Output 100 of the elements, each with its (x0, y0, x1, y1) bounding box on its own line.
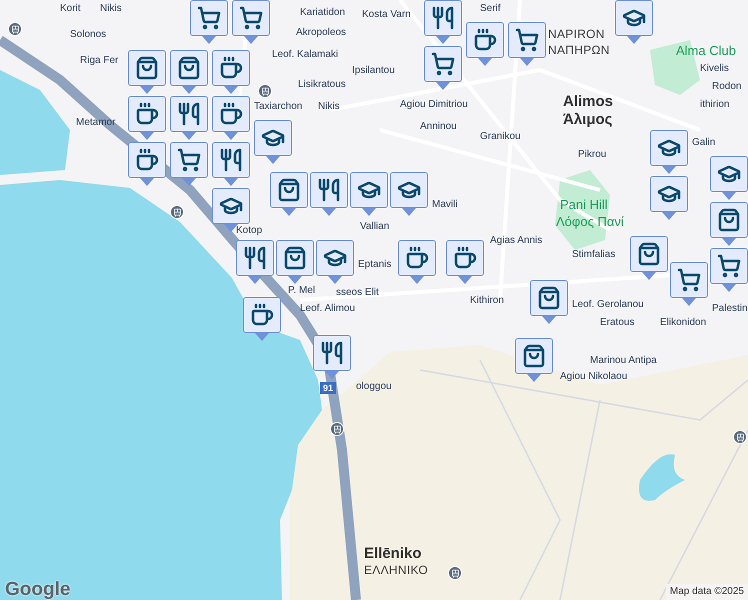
place-label: Alimos (563, 94, 614, 109)
map-pin[interactable] (515, 338, 553, 382)
street-label: sseos Elit (336, 288, 379, 298)
bag-icon (177, 56, 201, 80)
map-pin[interactable] (232, 0, 270, 44)
bag-icon (277, 178, 301, 202)
street-label: Kotop (236, 226, 262, 236)
tram-stop-icon (8, 22, 22, 36)
place-label: NAPIRON (548, 28, 605, 40)
cart-icon (239, 6, 263, 30)
street-label: Leof. Alimou (300, 304, 356, 314)
cup-icon (219, 102, 243, 126)
map-pin[interactable] (243, 297, 281, 341)
street-label: Agiou Nikolaou (560, 372, 628, 382)
bag-icon (135, 56, 159, 80)
map-pin[interactable] (650, 176, 688, 220)
cup-icon (473, 28, 497, 52)
street-label: Nikis (100, 4, 122, 14)
map-pin[interactable] (170, 96, 208, 140)
map-pin[interactable] (236, 240, 274, 284)
cart-icon (177, 148, 201, 172)
street-label: Stimfalias (572, 250, 616, 260)
map-pin[interactable] (446, 240, 484, 284)
bag-icon (283, 246, 307, 270)
fork-knife-icon (320, 341, 344, 365)
map-pin[interactable] (710, 248, 748, 292)
street-label: Palestin (712, 304, 748, 314)
street-label: Kivelis (700, 64, 729, 74)
street-label: Leof. Gerolanou (572, 300, 644, 310)
map-pin[interactable] (350, 172, 388, 216)
map-pin[interactable] (466, 22, 504, 66)
map-pin[interactable] (710, 156, 748, 200)
park-label: Λόφος Πανί (556, 215, 624, 228)
map-pin[interactable] (310, 172, 348, 216)
street-label: Taxiarchon (254, 102, 302, 112)
street-label: Serif (480, 4, 501, 14)
map-pin[interactable] (710, 202, 748, 246)
map-pin[interactable] (670, 262, 708, 306)
map-pin[interactable] (508, 22, 546, 66)
map-pin[interactable] (424, 46, 462, 90)
place-label: Άλιμος (563, 112, 612, 127)
map-pin[interactable] (170, 50, 208, 94)
map-pin[interactable] (212, 142, 250, 186)
google-logo: Google (5, 578, 70, 600)
fork-knife-icon (177, 102, 201, 126)
fork-knife-icon (219, 148, 243, 172)
street-label: Lisikratous (298, 80, 346, 90)
street-label: Nikis (318, 102, 340, 112)
map-pin[interactable] (630, 236, 668, 280)
map-pin[interactable] (424, 0, 462, 44)
map-pin[interactable] (316, 240, 354, 284)
street-label: P. Mel (288, 286, 316, 296)
place-label: ΝΑΠΗΡΩΝ (548, 44, 610, 56)
street-label: ithirion (700, 100, 730, 110)
street-label: Solonos (70, 30, 106, 40)
park-label: Alma Club (676, 44, 736, 57)
route-shield: 91 (320, 382, 336, 394)
street-label: Mavili (432, 200, 458, 210)
map-pin[interactable] (128, 142, 166, 186)
street-label: ologgou (356, 382, 392, 392)
map-attribution: Map data ©2025 (666, 584, 748, 600)
cart-icon (717, 254, 741, 278)
street-label: Leof. Kalamaki (272, 50, 338, 60)
map-pin[interactable] (530, 280, 568, 324)
cup-icon (135, 102, 159, 126)
map-pin[interactable] (398, 240, 436, 284)
place-label: Ellēniko (364, 546, 422, 561)
street-label: Agias Annis (490, 236, 542, 246)
street-label: Vallian (360, 222, 390, 232)
map-pin[interactable] (128, 50, 166, 94)
map-pin[interactable] (650, 130, 688, 174)
map-pin[interactable] (276, 240, 314, 284)
cup-icon (219, 56, 243, 80)
map-pin[interactable] (128, 96, 166, 140)
street-label: Anninou (420, 122, 457, 132)
tram-stop-icon (170, 205, 184, 219)
cart-icon (197, 6, 221, 30)
cart-icon (677, 268, 701, 292)
street-label: Eptanis (358, 260, 392, 270)
cart-icon (515, 28, 539, 52)
map-pin[interactable] (190, 0, 228, 44)
street-label: Rodon (712, 82, 742, 92)
fork-knife-icon (243, 246, 267, 270)
street-label: Riga Fer (80, 56, 118, 66)
map-pin[interactable] (212, 96, 250, 140)
map-pin[interactable] (254, 120, 292, 164)
map-pin[interactable] (390, 172, 428, 216)
cup-icon (250, 303, 274, 327)
bag-icon (637, 242, 661, 266)
map-pin[interactable] (212, 50, 250, 94)
fork-knife-icon (317, 178, 341, 202)
street-label: Ipsilantou (352, 66, 395, 76)
map-pin[interactable] (615, 0, 653, 44)
map-pin[interactable] (313, 335, 351, 379)
street-label: Galin (692, 138, 716, 148)
map-pin[interactable] (270, 172, 308, 216)
cup-icon (453, 246, 477, 270)
street-label: Kariatidon (300, 8, 346, 18)
street-label: Elikonidon (660, 318, 706, 328)
map-pin[interactable] (170, 142, 208, 186)
